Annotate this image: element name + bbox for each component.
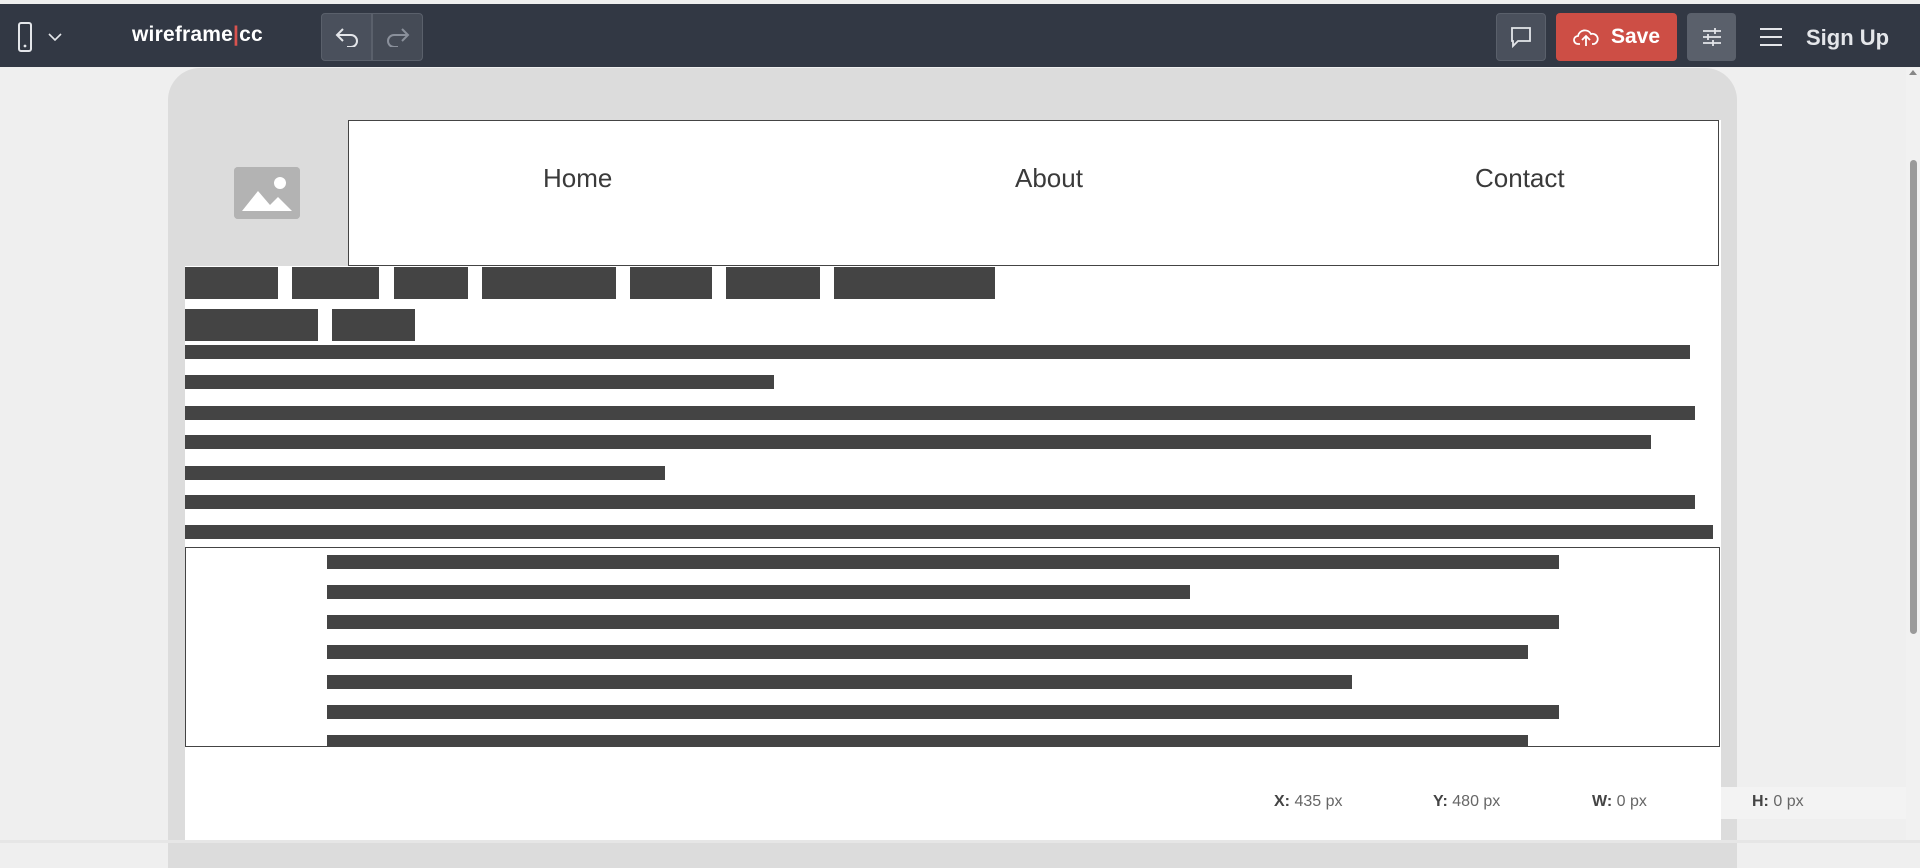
status-y: Y: 480 px [1433,793,1500,811]
undo-icon [335,28,358,47]
image-icon [233,167,300,219]
app-logo[interactable]: wireframe|cc [132,23,263,47]
text-line-placeholder[interactable] [327,735,1528,746]
status-x: X: 435 px [1274,793,1343,811]
status-panel [1721,787,1906,819]
text-line-placeholder[interactable] [327,645,1528,659]
hamburger-menu-icon [1760,28,1782,46]
chevron-down-icon [48,33,62,41]
status-h-value: 0 px [1773,793,1804,810]
comment-icon [1511,27,1531,48]
text-line-placeholder[interactable] [327,585,1190,599]
status-h-label: H: [1752,793,1769,810]
tag-block[interactable] [630,267,712,299]
tag-block[interactable] [394,267,468,299]
history-controls [321,13,425,61]
tag-block[interactable] [482,267,616,299]
tag-block[interactable] [332,309,415,341]
status-x-value: 435 px [1294,793,1343,810]
text-line-placeholder[interactable] [327,555,1559,569]
text-line-placeholder[interactable] [185,495,1695,509]
sign-up-link[interactable]: Sign Up [1806,25,1889,51]
status-x-label: X: [1274,793,1290,810]
tag-block[interactable] [185,309,318,341]
text-line-placeholder[interactable] [185,375,774,389]
main-menu-button[interactable] [1756,22,1786,52]
logo-text: wireframe [132,23,234,46]
scroll-up-arrow-icon[interactable] [1909,70,1917,75]
text-line-placeholder[interactable] [185,435,1651,449]
mobile-phone-icon [18,22,32,52]
status-w: W: 0 px [1592,793,1647,811]
settings-button[interactable] [1687,13,1736,61]
tag-block[interactable] [292,267,379,299]
text-line-placeholder[interactable] [327,615,1559,629]
redo-icon [386,28,409,47]
device-selector[interactable] [18,20,88,54]
nav-link-about[interactable]: About [1015,163,1083,194]
image-placeholder[interactable] [185,120,348,266]
text-line-placeholder[interactable] [185,345,1690,359]
tag-block[interactable] [726,267,820,299]
status-w-label: W: [1592,793,1613,810]
redo-button[interactable] [372,13,423,61]
save-label: Save [1610,25,1661,48]
undo-button[interactable] [321,13,372,61]
content-container[interactable] [185,547,1720,747]
logo-tld: cc [239,23,263,46]
sliders-icon [1702,28,1721,46]
text-line-placeholder[interactable] [185,525,1713,539]
text-line-placeholder[interactable] [327,675,1352,689]
text-line-placeholder[interactable] [185,406,1695,420]
status-y-label: Y: [1433,793,1448,810]
scrollbar-thumb[interactable] [1910,160,1917,634]
nav-link-home[interactable]: Home [543,163,612,194]
status-h: H: 0 px [1752,793,1804,811]
comments-button[interactable] [1496,13,1546,61]
save-button[interactable]: Save [1556,13,1677,61]
nav-link-contact[interactable]: Contact [1475,163,1565,194]
status-w-value: 0 px [1616,793,1647,810]
cloud-upload-icon [1573,29,1599,46]
text-line-placeholder[interactable] [185,466,665,480]
tag-block[interactable] [834,267,995,299]
top-toolbar: wireframe|cc Save Sign Up [0,4,1920,67]
tag-block[interactable] [185,267,278,299]
text-line-placeholder[interactable] [327,705,1559,719]
status-y-value: 480 px [1452,793,1501,810]
navigation-bar[interactable]: Home About Contact [348,120,1719,266]
